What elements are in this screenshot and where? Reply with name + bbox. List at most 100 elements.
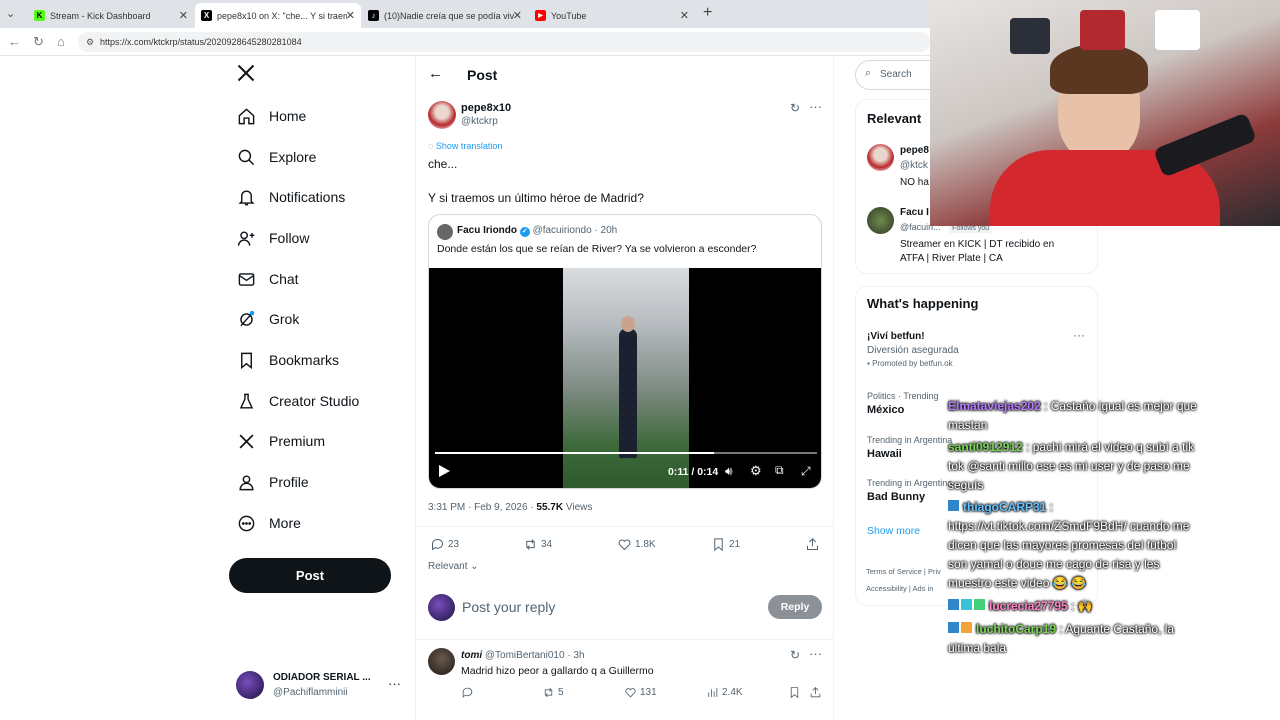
sidebar-item-label: More — [269, 515, 301, 531]
new-tab-button[interactable]: + — [703, 4, 712, 22]
volume-icon[interactable]: 🔊︎ — [725, 464, 733, 479]
account-name: ODIADOR SERIAL ... — [273, 672, 371, 683]
reply-repost-button[interactable]: 5 — [542, 686, 564, 699]
sidebar-item-bookmarks[interactable]: Bookmarks — [236, 345, 339, 375]
trend-item[interactable]: ¡Viví betfun! Diversión asegurada ▪ Prom… — [867, 328, 1092, 368]
account-switcher[interactable]: ODIADOR SERIAL ... @Pachiflamminii ··· — [236, 668, 406, 704]
more-circle-icon — [236, 513, 256, 533]
sidebar-item-more[interactable]: More — [236, 508, 301, 538]
microphone — [1153, 112, 1257, 178]
show-translation-link[interactable]: ◌ Show translation — [428, 141, 502, 151]
reload-icon[interactable]: ↻ — [33, 34, 44, 50]
x-logo-icon[interactable] — [236, 63, 258, 85]
reply-like-button[interactable]: 131 — [624, 686, 657, 699]
sidebar-item-premium[interactable]: Premium — [236, 426, 325, 456]
fullscreen-icon[interactable]: ⤢ — [801, 464, 811, 479]
sidebar-item-label: Premium — [269, 433, 326, 449]
like-button[interactable]: 1.8K — [617, 537, 656, 552]
home-icon — [236, 106, 256, 126]
url-field[interactable]: ⚙ https://x.com/ktckrp/status/2020928645… — [78, 32, 930, 52]
sidebar-item-label: Grok — [269, 311, 300, 327]
reply-post[interactable]: tomi @TomiBertani010 · 3h ↻ ··· Madrid h… — [416, 640, 834, 720]
more-dots-icon[interactable]: ··· — [388, 676, 401, 691]
post-button[interactable]: Post — [229, 558, 391, 593]
home-page-icon[interactable]: ⌂ — [57, 34, 65, 49]
chat-message: lucrecia27795 : 🙌 — [948, 597, 1198, 616]
main-column: ← Post pepe8x10 @ktckrp ↻ ··· ◌ Show tra… — [415, 56, 834, 720]
reply-button[interactable]: 23 — [430, 537, 459, 552]
webcam-overlay — [930, 0, 1280, 226]
reply-share-button[interactable] — [809, 686, 825, 699]
badge-icon — [948, 500, 959, 511]
sidebar-item-notifications[interactable]: Notifications — [236, 182, 345, 212]
site-info-icon[interactable]: ⚙ — [86, 32, 94, 52]
trend-name: ¡Viví betfun! — [867, 331, 925, 342]
reply-submit-button[interactable]: Reply — [768, 595, 822, 619]
reply-input[interactable]: Post your reply — [462, 599, 752, 615]
x-favicon-icon: X — [201, 10, 212, 21]
sidebar-item-home[interactable]: Home — [236, 101, 306, 131]
reply-handle[interactable]: @TomiBertani010 — [485, 650, 565, 661]
sidebar-item-grok[interactable]: Grok — [236, 304, 299, 334]
reply-author[interactable]: tomi — [461, 650, 482, 661]
tab-youtube[interactable]: ▶ YouTube ✕ — [529, 3, 695, 28]
close-icon[interactable]: ✕ — [513, 9, 522, 22]
footer-links[interactable]: Terms of Service | Priv Accessibility | … — [866, 563, 941, 597]
reply-sort-dropdown[interactable]: Relevant ⌄ — [428, 561, 479, 572]
close-icon[interactable]: ✕ — [179, 9, 188, 22]
divider — [416, 526, 834, 527]
sidebar-item-explore[interactable]: Explore — [236, 142, 316, 172]
sidebar-item-follow[interactable]: Follow — [236, 223, 309, 253]
bar-chart-icon — [708, 688, 718, 697]
video-player[interactable]: 0:11 / 0:14 🔊︎ ⚙ ⧉ ⤢ — [429, 268, 821, 488]
bookmark-button[interactable]: 21 — [711, 537, 740, 552]
sidebar-item-creator-studio[interactable]: Creator Studio — [236, 386, 359, 416]
share-icon — [810, 687, 821, 698]
settings-gear-icon[interactable]: ⚙ — [750, 463, 762, 479]
tab-kick[interactable]: K Stream - Kick Dashboard ✕ — [28, 3, 194, 28]
relevant-title: Relevant — [867, 111, 922, 126]
reply-views-button[interactable]: 2.4K — [706, 686, 743, 699]
sidebar-item-chat[interactable]: Chat — [236, 264, 299, 294]
more-dots-icon[interactable]: ··· — [1073, 328, 1085, 342]
tab-x-post[interactable]: X pepe8x10 on X: "che... Y si traemos ✕ — [195, 3, 361, 28]
avatar[interactable] — [867, 144, 894, 171]
avatar[interactable] — [867, 207, 894, 234]
reply-bookmark-button[interactable] — [788, 686, 804, 699]
share-button[interactable] — [805, 537, 823, 552]
reply-comment-button[interactable] — [461, 686, 477, 699]
play-icon[interactable] — [439, 465, 450, 477]
avatar[interactable] — [428, 101, 456, 129]
more-dots-icon[interactable]: ··· — [809, 99, 822, 114]
grok-icon[interactable]: ↻ — [790, 648, 800, 662]
close-icon[interactable]: ✕ — [346, 9, 355, 22]
back-arrow-icon[interactable]: ← — [8, 34, 21, 49]
repost-button[interactable]: 34 — [523, 537, 552, 552]
tab-title: YouTube — [551, 10, 587, 21]
chat-username: luchitoCarp19 — [976, 622, 1057, 636]
badge-icon — [948, 622, 959, 633]
grok-icon[interactable]: ↻ — [790, 101, 800, 115]
post-author[interactable]: pepe8x10 — [461, 102, 511, 114]
video-progress-track[interactable] — [435, 452, 817, 454]
avatar — [236, 671, 264, 699]
tab-list-dropdown[interactable]: ⌄ — [6, 7, 15, 20]
back-arrow-icon[interactable]: ← — [428, 65, 443, 82]
post-handle[interactable]: @ktckrp — [461, 116, 498, 127]
relevant-name[interactable]: Facu I — [900, 207, 929, 218]
chat-message: Elmataviejas202 : Castaño igual es mejor… — [948, 397, 1198, 435]
pip-icon[interactable]: ⧉ — [775, 463, 784, 478]
show-more-link[interactable]: Show more — [867, 525, 920, 537]
close-icon[interactable]: ✕ — [680, 9, 689, 22]
tab-tiktok[interactable]: ♪ (10)Nadie creía que se podía vivir ✕ — [362, 3, 528, 28]
tab-title: Stream - Kick Dashboard — [50, 10, 151, 21]
sidebar-item-profile[interactable]: Profile — [236, 467, 309, 497]
quoted-post[interactable]: Facu Iriondo ✓ @facuiriondo · 20h Donde … — [428, 214, 822, 489]
heart-icon — [618, 539, 631, 551]
relevant-name[interactable]: pepe8 — [900, 145, 929, 156]
search-placeholder: Search — [880, 69, 912, 80]
person-icon — [236, 472, 256, 492]
chat-message: thiagoCARP31 : https://vt.tiktok.com/ZSm… — [948, 498, 1198, 593]
page-title: Post — [467, 67, 498, 83]
more-dots-icon[interactable]: ··· — [809, 646, 822, 661]
